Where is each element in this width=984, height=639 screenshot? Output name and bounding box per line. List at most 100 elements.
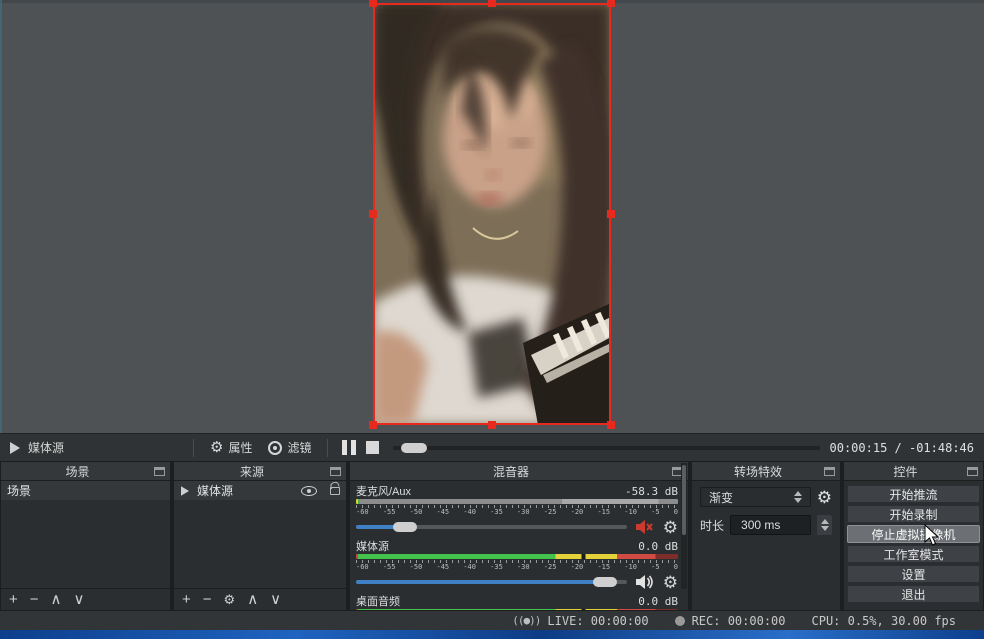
settings-button[interactable]: 设置 (847, 565, 980, 583)
duration-spinner[interactable] (817, 515, 832, 535)
cpu-fps-stats: CPU: 0.5%, 30.00 fps (812, 614, 957, 628)
panel-popout-icon[interactable] (330, 467, 341, 476)
desktop-background-strip (0, 630, 984, 639)
preview-canvas[interactable] (0, 0, 984, 433)
sources-panel-header[interactable]: 来源 (174, 462, 346, 481)
video-content (373, 3, 611, 425)
channel-name-mic: 麦克风/Aux (356, 483, 411, 499)
transitions-panel-title: 转场特效 (692, 463, 824, 480)
exit-button[interactable]: 退出 (847, 585, 980, 603)
unlock-icon[interactable] (330, 487, 340, 495)
mixer-scrollbar[interactable] (681, 463, 687, 589)
filters-label: 滤镜 (287, 439, 311, 456)
transitions-panel: 转场特效 渐变 ⚙ 时长 300 ms (691, 461, 841, 611)
volume-slider-media[interactable] (356, 580, 627, 584)
scene-list-item[interactable]: 场景 (1, 481, 170, 500)
panel-popout-icon[interactable] (967, 467, 978, 476)
meter-scale: -60-55-50-45-40-35-30-25-20-15-10-50 (356, 508, 678, 516)
scene-up-button[interactable]: ∧ (51, 592, 62, 607)
record-dot-icon (675, 616, 685, 626)
start-streaming-button[interactable]: 开始推流 (847, 485, 980, 503)
duration-label: 时长 (700, 517, 724, 534)
resize-handle-w[interactable] (369, 210, 377, 218)
transition-select[interactable]: 渐变 (700, 487, 811, 507)
transitions-body: 渐变 ⚙ 时长 300 ms (692, 481, 840, 541)
mixer-panel-header[interactable]: 混音器 (350, 462, 688, 481)
volume-handle-media[interactable] (593, 577, 617, 587)
resize-handle-se[interactable] (607, 421, 615, 429)
controls-panel-header[interactable]: 控件 (844, 462, 983, 481)
filters-button[interactable]: 滤镜 (260, 436, 319, 460)
gear-icon: ⚙ (210, 440, 223, 455)
audio-mixer-panel: 混音器 麦克风/Aux -58.3 dB -60-55-50-45-40-35-… (349, 461, 689, 611)
transitions-panel-header[interactable]: 转场特效 (692, 462, 840, 481)
channel-db-desktop: 0.0 dB (638, 595, 678, 608)
sources-panel: 来源 媒体源 + − ⚙ ∧ ∨ (173, 461, 347, 611)
remove-source-button[interactable]: − (203, 592, 212, 607)
obs-window: 媒体源 ⚙ 属性 滤镜 00:00:15 / -01:48:46 场景 (0, 0, 984, 639)
speaker-icon[interactable] (635, 574, 655, 590)
add-scene-button[interactable]: + (9, 592, 18, 607)
stop-button[interactable] (366, 441, 379, 454)
rec-time: REC: 00:00:00 (692, 614, 786, 628)
studio-mode-button[interactable]: 工作室模式 (847, 545, 980, 563)
resize-handle-n[interactable] (488, 0, 496, 7)
source-name: 媒体源 (197, 482, 294, 499)
left-edge-accent (0, 0, 2, 433)
broadcast-icon: ((●)) (512, 614, 540, 627)
scenes-toolbar: + − ∧ ∨ (1, 588, 170, 610)
media-source-name: 媒体源 (28, 439, 64, 456)
transition-settings-gear-icon[interactable]: ⚙ (817, 489, 832, 506)
source-properties-button[interactable]: ⚙ (224, 593, 236, 606)
filter-icon (268, 441, 282, 455)
channel-name-media: 媒体源 (356, 538, 389, 554)
resize-handle-s[interactable] (488, 421, 496, 429)
volume-handle-mic[interactable] (393, 522, 417, 532)
resize-handle-sw[interactable] (369, 421, 377, 429)
controls-buttons: 开始推流 开始录制 停止虚拟摄像机 工作室模式 设置 退出 (844, 481, 983, 607)
sources-list: 媒体源 (174, 481, 346, 588)
transition-selected-value: 渐变 (709, 489, 794, 506)
visibility-eye-icon[interactable] (301, 486, 317, 496)
resize-handle-e[interactable] (607, 210, 615, 218)
toolbar-divider (327, 439, 328, 457)
channel-settings-gear-icon[interactable]: ⚙ (663, 574, 678, 591)
volume-slider-mic[interactable] (356, 525, 627, 529)
duration-input[interactable]: 300 ms (730, 515, 811, 535)
stop-virtual-camera-button[interactable]: 停止虚拟摄像机 (847, 525, 980, 543)
channel-db-mic: -58.3 dB (625, 485, 678, 498)
scenes-panel-title: 场景 (1, 463, 154, 480)
seek-slider-handle[interactable] (401, 443, 427, 453)
controls-panel-title: 控件 (844, 463, 967, 480)
bottom-dock: 场景 场景 + − ∧ ∨ 来源 (0, 461, 984, 611)
source-list-item[interactable]: 媒体源 (174, 481, 346, 500)
level-meter-media (356, 554, 678, 559)
add-source-button[interactable]: + (182, 592, 191, 607)
panel-popout-icon[interactable] (154, 467, 165, 476)
pause-button[interactable] (342, 440, 356, 455)
sources-panel-title: 来源 (174, 463, 330, 480)
source-down-button[interactable]: ∨ (270, 592, 281, 607)
channel-settings-gear-icon[interactable]: ⚙ (663, 519, 678, 536)
resize-handle-ne[interactable] (607, 0, 615, 7)
scene-down-button[interactable]: ∨ (74, 592, 85, 607)
resize-handle-nw[interactable] (369, 0, 377, 7)
status-bar: ((●)) LIVE: 00:00:00 REC: 00:00:00 CPU: … (0, 611, 984, 630)
level-meter-desktop (356, 609, 678, 610)
combo-arrows-icon (794, 491, 806, 503)
seek-slider[interactable] (393, 446, 819, 450)
remove-scene-button[interactable]: − (30, 592, 39, 607)
playing-media-icon (10, 442, 20, 454)
panel-popout-icon[interactable] (824, 467, 835, 476)
toolbar-divider (193, 439, 194, 457)
media-controls-toolbar: 媒体源 ⚙ 属性 滤镜 00:00:15 / -01:48:46 (0, 433, 984, 461)
start-recording-button[interactable]: 开始录制 (847, 505, 980, 523)
media-source-type-icon (181, 486, 189, 496)
muted-speaker-icon[interactable] (635, 519, 655, 535)
scenes-panel-header[interactable]: 场景 (1, 462, 170, 481)
channel-name-desktop: 桌面音频 (356, 593, 400, 609)
properties-button[interactable]: ⚙ 属性 (202, 436, 260, 460)
media-timecode: 00:00:15 / -01:48:46 (830, 441, 984, 455)
video-source-selected[interactable] (373, 3, 611, 425)
source-up-button[interactable]: ∧ (247, 592, 258, 607)
